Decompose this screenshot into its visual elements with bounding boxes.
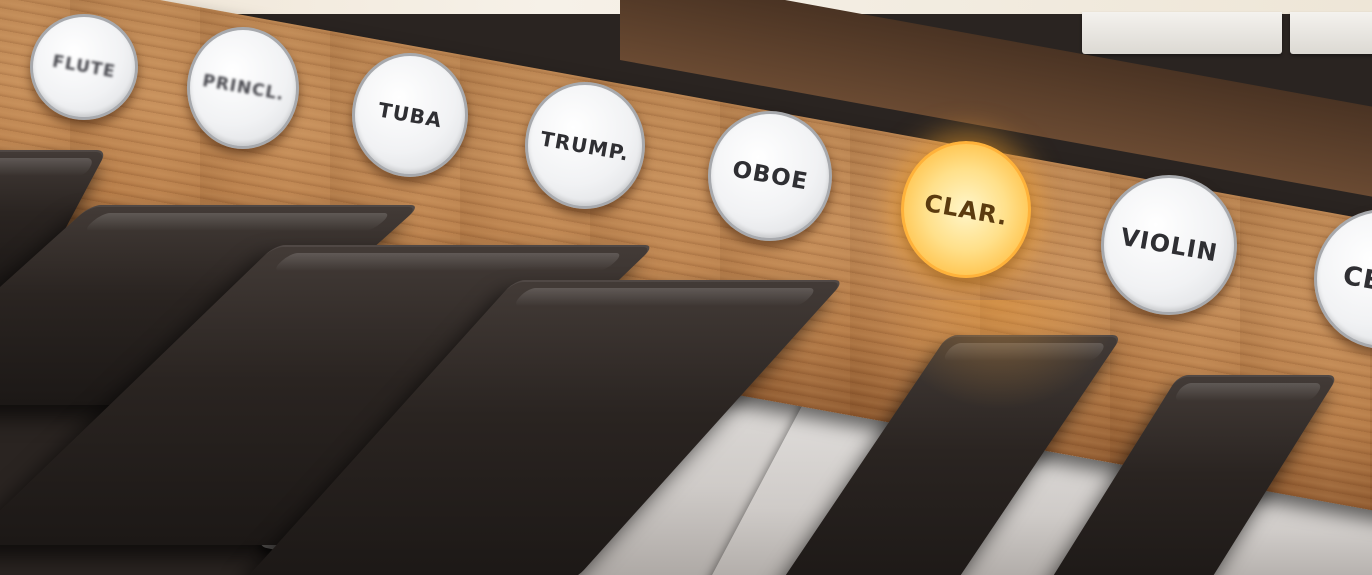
stop-violin[interactable]: VIOLIN [1101,175,1237,315]
stop-label: CE [1340,260,1372,298]
stop-trumpet[interactable]: TRUMP. [525,82,645,209]
upper-manual-keys [1072,12,1372,64]
stop-label: VIOLIN [1118,222,1220,268]
stop-label: CLAR. [921,188,1011,231]
stop-clarinet[interactable]: CLAR. [901,141,1031,278]
stop-tuba[interactable]: TUBA [352,53,468,177]
stop-label: TUBA [376,97,444,133]
stop-oboe[interactable]: OBOE [708,111,832,241]
organ-console-photo: FLUTE PRINCL. TUBA TRUMP. OBOE CLAR. VIO… [0,0,1372,575]
stop-label: TRUMP. [538,125,632,166]
stop-flute[interactable]: FLUTE [30,14,138,120]
upper-white-key [1082,12,1282,54]
stop-principal[interactable]: PRINCL. [187,27,299,149]
upper-white-key [1290,12,1372,54]
stop-label: PRINCL. [200,70,286,106]
stop-label: OBOE [730,156,810,196]
stop-label: FLUTE [50,51,118,83]
